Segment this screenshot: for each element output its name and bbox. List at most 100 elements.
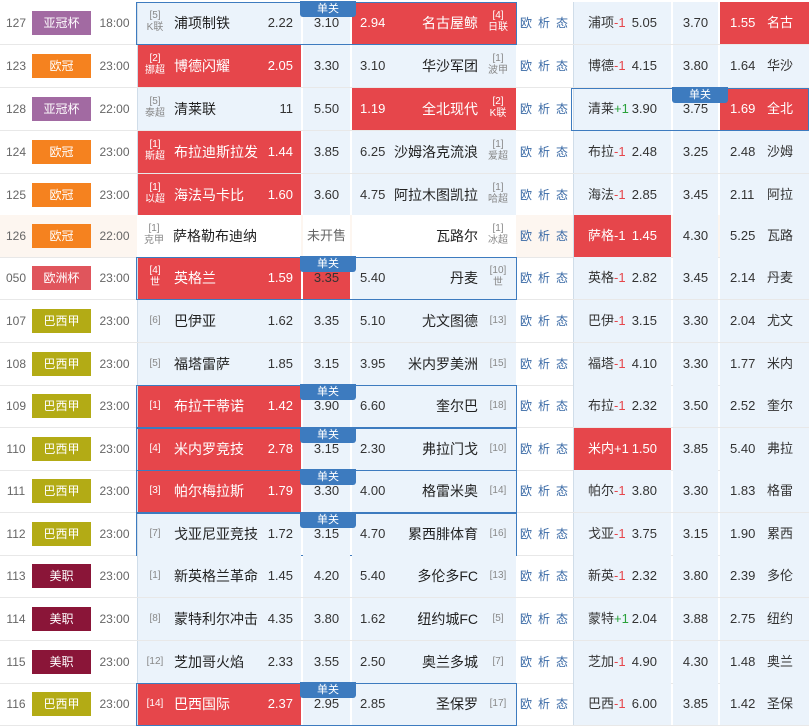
analysis-link[interactable]: 析 — [538, 215, 550, 257]
handicap-draw-cell[interactable]: 3.85 — [673, 683, 718, 725]
handicap-away-cell[interactable]: 2.75 纽约 — [720, 598, 809, 640]
europe-odds-link[interactable]: 欧 — [520, 343, 532, 385]
home-odds-cell[interactable]: [1] 布拉干蒂诺 1.42 — [137, 385, 301, 427]
europe-odds-link[interactable]: 欧 — [520, 513, 532, 555]
analysis-link[interactable]: 析 — [538, 598, 550, 640]
away-odds-cell[interactable]: 3.95 米内罗美洲 [15] — [352, 343, 516, 385]
draw-odds-cell[interactable]: 3.15 — [303, 343, 350, 385]
handicap-away-cell[interactable]: 2.39 多伦 — [720, 555, 809, 597]
handicap-home-cell[interactable]: 米内+1 1.50 — [573, 428, 671, 470]
league-badge[interactable]: 巴西甲 — [32, 522, 91, 546]
trend-link[interactable]: 态 — [556, 88, 568, 130]
draw-odds-cell[interactable]: 3.30 — [303, 45, 350, 87]
handicap-home-cell[interactable]: 帕尔-1 3.80 — [573, 470, 671, 512]
trend-link[interactable]: 态 — [556, 598, 568, 640]
trend-link[interactable]: 态 — [556, 343, 568, 385]
handicap-away-cell[interactable]: 5.25 瓦路 — [720, 215, 809, 257]
handicap-away-cell[interactable]: 2.48 沙姆 — [720, 131, 809, 173]
handicap-draw-cell[interactable]: 3.15 — [673, 513, 718, 555]
handicap-home-cell[interactable]: 浦项-1 5.05 — [573, 2, 671, 44]
analysis-link[interactable]: 析 — [538, 45, 550, 87]
analysis-link[interactable]: 析 — [538, 555, 550, 597]
europe-odds-link[interactable]: 欧 — [520, 88, 532, 130]
analysis-link[interactable]: 析 — [538, 2, 550, 44]
home-odds-cell[interactable]: [2] 挪超 博德闪耀 2.05 — [137, 45, 301, 87]
handicap-draw-cell[interactable]: 3.80 — [673, 45, 718, 87]
league-badge[interactable]: 巴西甲 — [32, 479, 91, 503]
home-odds-cell[interactable]: [3] 帕尔梅拉斯 1.79 — [137, 470, 301, 512]
europe-odds-link[interactable]: 欧 — [520, 683, 532, 725]
handicap-home-cell[interactable]: 布拉-1 2.32 — [573, 385, 671, 427]
handicap-draw-cell[interactable]: 3.70 — [673, 2, 718, 44]
handicap-draw-cell[interactable]: 3.88 — [673, 598, 718, 640]
europe-odds-link[interactable]: 欧 — [520, 300, 532, 342]
draw-odds-cell[interactable]: 3.60 — [303, 174, 350, 216]
handicap-draw-cell[interactable]: 4.30 — [673, 641, 718, 683]
handicap-home-cell[interactable]: 芝加-1 4.90 — [573, 641, 671, 683]
home-odds-cell[interactable]: [12] 芝加哥火焰 2.33 — [137, 641, 301, 683]
league-badge[interactable]: 欧冠 — [32, 140, 91, 164]
league-badge[interactable]: 亚冠杯 — [32, 11, 91, 35]
analysis-link[interactable]: 析 — [538, 683, 550, 725]
europe-odds-link[interactable]: 欧 — [520, 641, 532, 683]
handicap-draw-cell[interactable]: 4.30 — [673, 215, 718, 257]
home-odds-cell[interactable]: [5] 福塔雷萨 1.85 — [137, 343, 301, 385]
away-odds-cell[interactable]: 2.30 弗拉门戈 [10] — [352, 428, 516, 470]
home-odds-cell[interactable]: [5] K联 浦项制铁 2.22 — [137, 2, 301, 44]
league-badge[interactable]: 巴西甲 — [32, 352, 91, 376]
league-badge[interactable]: 欧冠 — [32, 54, 91, 78]
home-odds-cell[interactable]: [1] 斯超 布拉迪斯拉发 1.44 — [137, 131, 301, 173]
analysis-link[interactable]: 析 — [538, 428, 550, 470]
handicap-draw-cell[interactable]: 3.85 — [673, 428, 718, 470]
handicap-draw-cell[interactable]: 3.30 — [673, 470, 718, 512]
europe-odds-link[interactable]: 欧 — [520, 131, 532, 173]
trend-link[interactable]: 态 — [556, 683, 568, 725]
trend-link[interactable]: 态 — [556, 470, 568, 512]
league-badge[interactable]: 欧冠 — [32, 224, 91, 248]
europe-odds-link[interactable]: 欧 — [520, 2, 532, 44]
handicap-away-cell[interactable]: 1.42 圣保 — [720, 683, 809, 725]
handicap-home-cell[interactable]: 巴伊-1 3.15 — [573, 300, 671, 342]
handicap-home-cell[interactable]: 福塔-1 4.10 — [573, 343, 671, 385]
draw-odds-cell[interactable]: 未开售 — [303, 215, 350, 257]
home-odds-cell[interactable]: [4] 世 英格兰 1.59 — [137, 257, 301, 299]
home-odds-cell[interactable]: [8] 蒙特利尔冲击 4.35 — [137, 598, 301, 640]
analysis-link[interactable]: 析 — [538, 513, 550, 555]
league-badge[interactable]: 巴西甲 — [32, 309, 91, 333]
analysis-link[interactable]: 析 — [538, 131, 550, 173]
draw-odds-cell[interactable]: 3.80 — [303, 598, 350, 640]
handicap-home-cell[interactable]: 布拉-1 2.48 — [573, 131, 671, 173]
handicap-away-cell[interactable]: 2.04 尤文 — [720, 300, 809, 342]
handicap-away-cell[interactable]: 2.14 丹麦 — [720, 257, 809, 299]
handicap-home-cell[interactable]: 博德-1 4.15 — [573, 45, 671, 87]
handicap-home-cell[interactable]: 清莱+1 3.90 — [573, 88, 671, 130]
trend-link[interactable]: 态 — [556, 641, 568, 683]
league-badge[interactable]: 美职 — [32, 564, 91, 588]
away-odds-cell[interactable]: 1.62 纽约城FC [5] — [352, 598, 516, 640]
handicap-home-cell[interactable]: 海法-1 2.85 — [573, 174, 671, 216]
away-odds-cell[interactable]: 4.75 阿拉木图凯拉 [1] 哈超 — [352, 174, 516, 216]
league-badge[interactable]: 美职 — [32, 650, 91, 674]
analysis-link[interactable]: 析 — [538, 343, 550, 385]
handicap-draw-cell[interactable]: 3.50 — [673, 385, 718, 427]
handicap-away-cell[interactable]: 1.64 华沙 — [720, 45, 809, 87]
away-odds-cell[interactable]: 2.85 圣保罗 [17] — [352, 683, 516, 725]
europe-odds-link[interactable]: 欧 — [520, 598, 532, 640]
away-odds-cell[interactable]: 3.10 华沙军团 [1] 波甲 — [352, 45, 516, 87]
away-odds-cell[interactable]: 2.50 奥兰多城 [7] — [352, 641, 516, 683]
handicap-home-cell[interactable]: 巴西-1 6.00 — [573, 683, 671, 725]
draw-odds-cell[interactable]: 5.50 — [303, 88, 350, 130]
handicap-draw-cell[interactable]: 3.30 — [673, 300, 718, 342]
handicap-home-cell[interactable]: 蒙特+1 2.04 — [573, 598, 671, 640]
draw-odds-cell[interactable]: 3.85 — [303, 131, 350, 173]
draw-odds-cell[interactable]: 4.20 — [303, 555, 350, 597]
trend-link[interactable]: 态 — [556, 555, 568, 597]
handicap-draw-cell[interactable]: 3.45 — [673, 174, 718, 216]
away-odds-cell[interactable]: 2.94 名古屋鲸 [4] 日联 — [352, 2, 516, 44]
home-odds-cell[interactable]: [1] 新英格兰革命 1.45 — [137, 555, 301, 597]
home-odds-cell[interactable]: [4] 米内罗竞技 2.78 — [137, 428, 301, 470]
away-odds-cell[interactable]: 4.00 格雷米奥 [14] — [352, 470, 516, 512]
league-badge[interactable]: 亚冠杯 — [32, 97, 91, 121]
away-odds-cell[interactable]: 1.19 全北现代 [2] K联 — [352, 88, 516, 130]
handicap-draw-cell[interactable]: 3.25 — [673, 131, 718, 173]
